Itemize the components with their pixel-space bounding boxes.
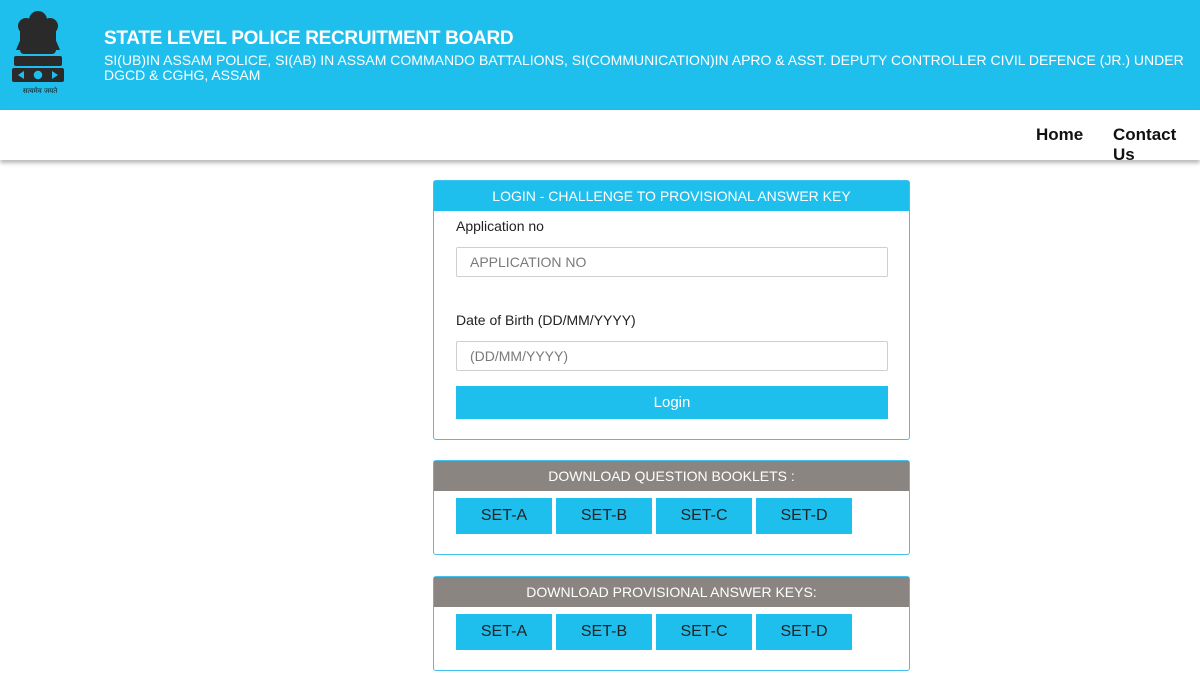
question-booklets-buttons: SET-A SET-B SET-C SET-D [456, 498, 856, 534]
booklet-set-d-button[interactable]: SET-D [756, 498, 852, 534]
login-panel-title: LOGIN - CHALLENGE TO PROVISIONAL ANSWER … [434, 181, 909, 211]
nav-contact-link[interactable]: Contact Us [1113, 125, 1200, 165]
question-booklets-title: DOWNLOAD QUESTION BOOKLETS : [434, 461, 909, 491]
nav-home-link[interactable]: Home [1036, 125, 1083, 145]
answer-keys-title: DOWNLOAD PROVISIONAL ANSWER KEYS: [434, 577, 909, 607]
emblem-motto: सत्यमेव जयते [22, 87, 58, 95]
site-header: सत्यमेव जयते STATE LEVEL POLICE RECRUITM… [0, 0, 1200, 110]
application-no-label: Application no [456, 218, 544, 234]
login-button[interactable]: Login [456, 386, 888, 419]
booklet-set-a-button[interactable]: SET-A [456, 498, 552, 534]
page-title: STATE LEVEL POLICE RECRUITMENT BOARD [104, 28, 514, 49]
answer-key-set-b-button[interactable]: SET-B [556, 614, 652, 650]
question-booklets-panel: DOWNLOAD QUESTION BOOKLETS : SET-A SET-B… [433, 460, 910, 555]
nav-bar: Home Contact Us [0, 110, 1200, 164]
answer-keys-buttons: SET-A SET-B SET-C SET-D [456, 614, 856, 650]
page-subtitle: SI(UB)IN ASSAM POLICE, SI(AB) IN ASSAM C… [104, 52, 1184, 83]
dob-input[interactable] [456, 341, 888, 371]
answer-key-set-c-button[interactable]: SET-C [656, 614, 752, 650]
answer-keys-panel: DOWNLOAD PROVISIONAL ANSWER KEYS: SET-A … [433, 576, 910, 671]
booklet-set-c-button[interactable]: SET-C [656, 498, 752, 534]
dob-label: Date of Birth (DD/MM/YYYY) [456, 312, 636, 328]
login-panel: LOGIN - CHALLENGE TO PROVISIONAL ANSWER … [433, 180, 910, 440]
booklet-set-b-button[interactable]: SET-B [556, 498, 652, 534]
application-no-input[interactable] [456, 247, 888, 277]
answer-key-set-a-button[interactable]: SET-A [456, 614, 552, 650]
national-emblem-icon [12, 11, 64, 82]
answer-key-set-d-button[interactable]: SET-D [756, 614, 852, 650]
